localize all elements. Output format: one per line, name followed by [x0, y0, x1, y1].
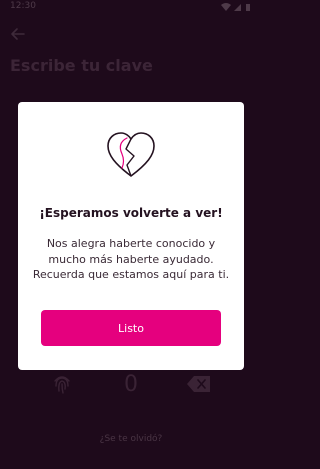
keypad-bottom-row: 0 [0, 368, 262, 402]
status-bar: 12:30 [0, 0, 262, 14]
status-time: 12:30 [10, 1, 36, 11]
keypad-key-zero[interactable]: 0 [118, 368, 144, 402]
done-button[interactable]: Listo [41, 310, 221, 346]
forgot-password-link[interactable]: ¿Se te olvidó? [0, 434, 262, 444]
broken-heart-icon [107, 132, 155, 177]
dialog-message: Nos alegra haberte conocido y mucho más … [32, 237, 230, 281]
dialog-title: ¡Esperamos volverte a ver! [39, 206, 223, 220]
backspace-icon[interactable] [186, 374, 212, 394]
screen-title: Escribe tu clave [10, 56, 153, 75]
back-arrow-icon[interactable] [10, 26, 26, 42]
battery-icon [246, 4, 250, 11]
status-icons [221, 3, 250, 11]
wifi-icon [221, 3, 231, 11]
fingerprint-icon[interactable] [50, 372, 74, 396]
farewell-dialog: ¡Esperamos volverte a ver! Nos alegra ha… [18, 102, 244, 370]
signal-icon [234, 4, 241, 11]
